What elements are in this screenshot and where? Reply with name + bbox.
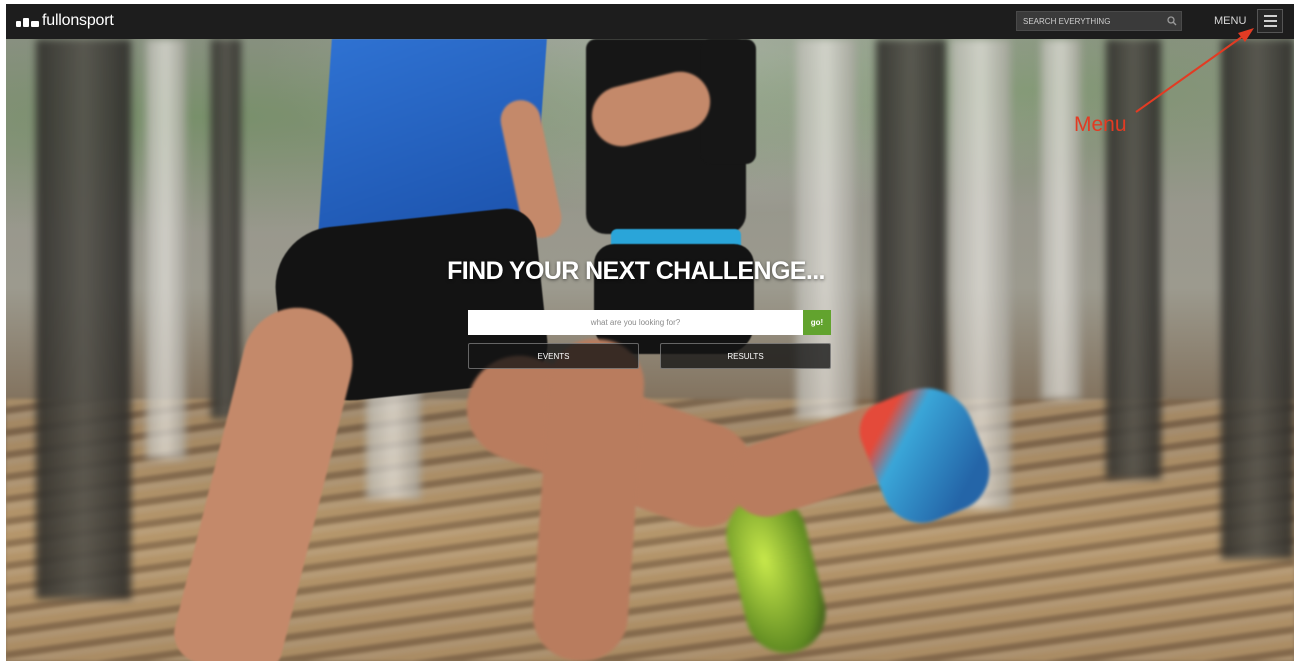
menu-button[interactable] [1257, 9, 1283, 33]
hero-search-form: go! [468, 310, 831, 335]
go-button[interactable]: go! [803, 310, 831, 335]
tree-trunk [211, 39, 241, 419]
global-search [1016, 11, 1182, 31]
results-button[interactable]: RESULTS [660, 343, 831, 369]
fullonsport-logo-icon [16, 15, 39, 27]
menu-label[interactable]: MENU [1214, 15, 1246, 27]
page-frame: fullonsport MENU [6, 4, 1294, 661]
top-navigation-bar: fullonsport MENU [6, 4, 1294, 39]
events-button[interactable]: EVENTS [468, 343, 639, 369]
logo-text: fullonsport [42, 12, 114, 29]
search-icon[interactable] [1163, 16, 1181, 26]
tree-trunk [146, 39, 186, 459]
hero-search-input[interactable] [468, 310, 803, 335]
tree-trunk [1041, 39, 1081, 399]
tree-trunk [1221, 39, 1294, 559]
annotation-label: Menu [1074, 113, 1127, 136]
tree-trunk [36, 39, 131, 599]
hero-title: FIND YOUR NEXT CHALLENGE... [447, 257, 825, 285]
tree-trunk [1106, 39, 1161, 479]
global-search-input[interactable] [1017, 12, 1163, 30]
hamburger-menu-icon [1263, 15, 1277, 17]
site-logo[interactable]: fullonsport [16, 12, 114, 30]
